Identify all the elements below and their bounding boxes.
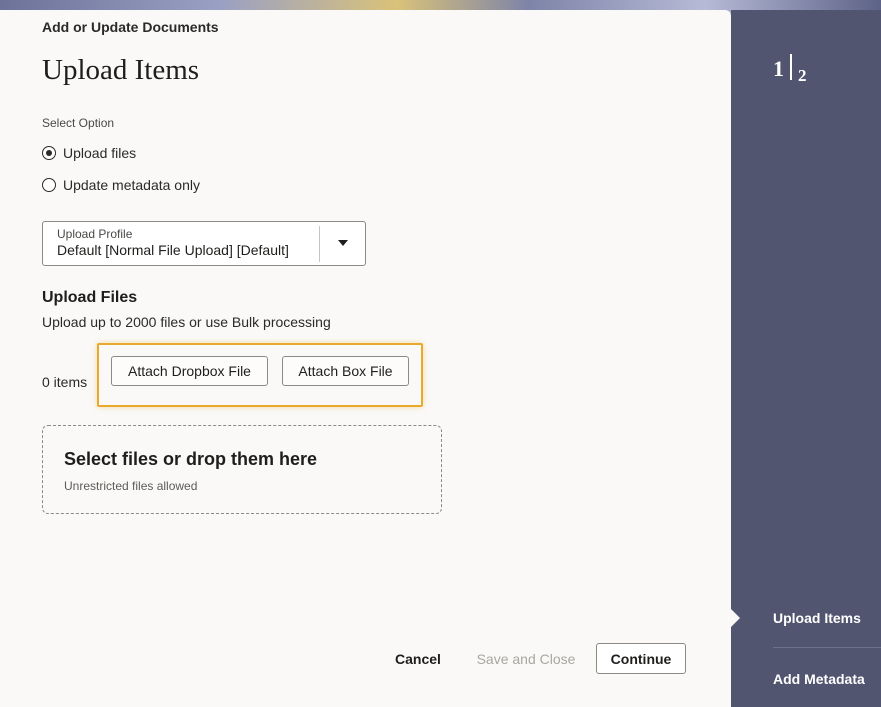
step-separator [773,647,881,648]
step-add-metadata[interactable]: Add Metadata [773,671,865,687]
step-upload-items[interactable]: Upload Items [773,610,861,626]
step-divider [790,54,792,80]
step-indicator: 1 2 [773,54,807,86]
upload-files-description: Upload up to 2000 files or use Bulk proc… [42,314,331,330]
radio-checked-icon[interactable] [42,146,56,160]
chevron-down-icon[interactable] [338,240,348,246]
current-step-pointer-icon [731,609,740,627]
attach-dropbox-button[interactable]: Attach Dropbox File [111,356,268,386]
cancel-button[interactable]: Cancel [388,643,448,674]
drop-zone-title: Select files or drop them here [64,449,318,469]
drop-zone-subtitle: Unrestricted files allowed [64,479,198,493]
save-and-close-button[interactable]: Save and Close [470,643,582,674]
radio-unchecked-icon[interactable] [42,178,56,192]
upload-files-title: Upload Files [42,289,138,306]
select-option-label: Select Option [42,116,115,130]
radio-label: Update metadata only [63,177,200,193]
upload-profile-label: Upload Profile [57,227,133,241]
radio-update-metadata[interactable]: Update metadata only [42,177,200,193]
upload-profile-value: Default [Normal File Upload] [Default] [57,242,289,258]
attach-box-button[interactable]: Attach Box File [282,356,409,386]
select-divider [319,226,320,262]
page-title: Upload Items [42,54,200,86]
step-total: 2 [798,66,807,85]
continue-button[interactable]: Continue [596,643,686,674]
items-count: 0 items [42,374,88,390]
upload-profile-select[interactable]: Upload Profile Default [Normal File Uplo… [42,221,366,266]
steps-side-panel [731,10,881,707]
radio-label: Upload files [63,145,137,161]
dialog-title: Add or Update Documents [42,19,219,35]
radio-upload-files[interactable]: Upload files [42,145,136,161]
step-current: 1 [773,56,784,81]
file-drop-zone[interactable]: Select files or drop them here Unrestric… [42,425,442,514]
